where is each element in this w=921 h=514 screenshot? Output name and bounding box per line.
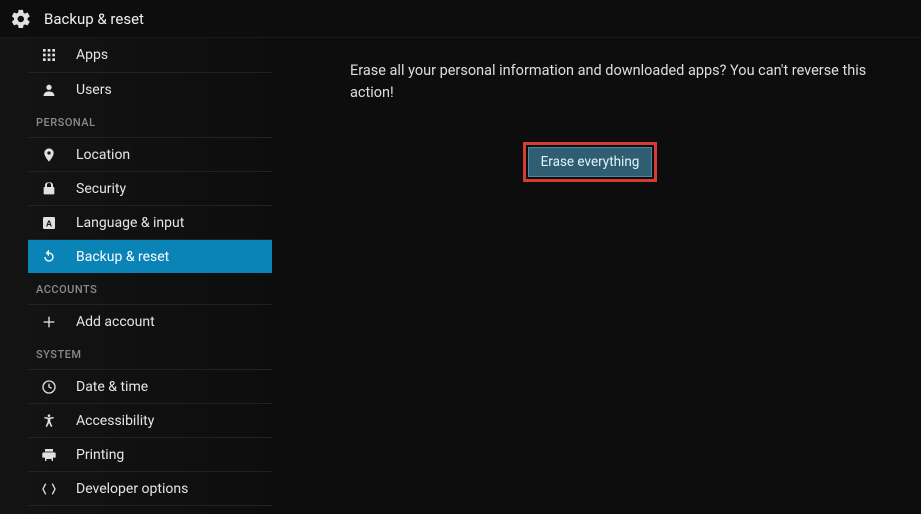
sidebar-item-label: Backup & reset — [76, 249, 169, 265]
app-header: Backup & reset — [0, 0, 921, 38]
sidebar-item-label: Add account — [76, 314, 155, 330]
sidebar-item-apps[interactable]: Apps — [28, 38, 272, 72]
sidebar-item-add-account[interactable]: Add account — [28, 304, 272, 338]
section-header-accounts: ACCOUNTS — [28, 273, 272, 304]
developer-icon — [40, 480, 58, 498]
security-icon — [40, 180, 58, 198]
sidebar-item-label: Printing — [76, 447, 124, 463]
sidebar-item-printing[interactable]: Printing — [28, 437, 272, 471]
sidebar-item-label: Accessibility — [76, 413, 154, 429]
settings-sidebar: Apps Users PERSONAL Location Security A — [0, 38, 272, 514]
sidebar-item-label: Location — [76, 147, 130, 163]
content: Apps Users PERSONAL Location Security A — [0, 38, 921, 514]
sidebar-item-about[interactable]: About device — [28, 505, 272, 514]
add-icon — [40, 313, 58, 331]
svg-text:A: A — [46, 218, 53, 228]
sidebar-item-backup-reset[interactable]: Backup & reset — [28, 239, 272, 273]
erase-warning-text: Erase all your personal information and … — [350, 60, 881, 104]
sidebar-item-label: Language & input — [76, 215, 184, 231]
users-icon — [40, 81, 58, 99]
clock-icon — [40, 378, 58, 396]
sidebar-item-developer[interactable]: Developer options — [28, 471, 272, 505]
sidebar-item-location[interactable]: Location — [28, 137, 272, 171]
sidebar-item-label: Security — [76, 181, 126, 197]
sidebar-item-users[interactable]: Users — [28, 72, 272, 106]
main-panel: Erase all your personal information and … — [272, 38, 921, 514]
sidebar-item-date-time[interactable]: Date & time — [28, 369, 272, 403]
language-icon: A — [40, 214, 58, 232]
action-row: Erase everything — [350, 142, 830, 182]
sidebar-item-security[interactable]: Security — [28, 171, 272, 205]
location-icon — [40, 146, 58, 164]
sidebar-item-label: Developer options — [76, 481, 188, 497]
erase-everything-button[interactable]: Erase everything — [528, 147, 653, 177]
apps-icon — [40, 46, 58, 64]
sidebar-item-label: Users — [76, 82, 112, 98]
page-title: Backup & reset — [44, 10, 144, 28]
highlight-box: Erase everything — [523, 142, 658, 182]
section-header-personal: PERSONAL — [28, 106, 272, 137]
sidebar-item-accessibility[interactable]: Accessibility — [28, 403, 272, 437]
sidebar-item-label: Date & time — [76, 379, 148, 395]
sidebar-item-label: Apps — [76, 47, 108, 63]
backup-icon — [40, 248, 58, 266]
section-header-system: SYSTEM — [28, 338, 272, 369]
gear-icon — [10, 8, 32, 30]
sidebar-item-language[interactable]: A Language & input — [28, 205, 272, 239]
print-icon — [40, 446, 58, 464]
accessibility-icon — [40, 412, 58, 430]
